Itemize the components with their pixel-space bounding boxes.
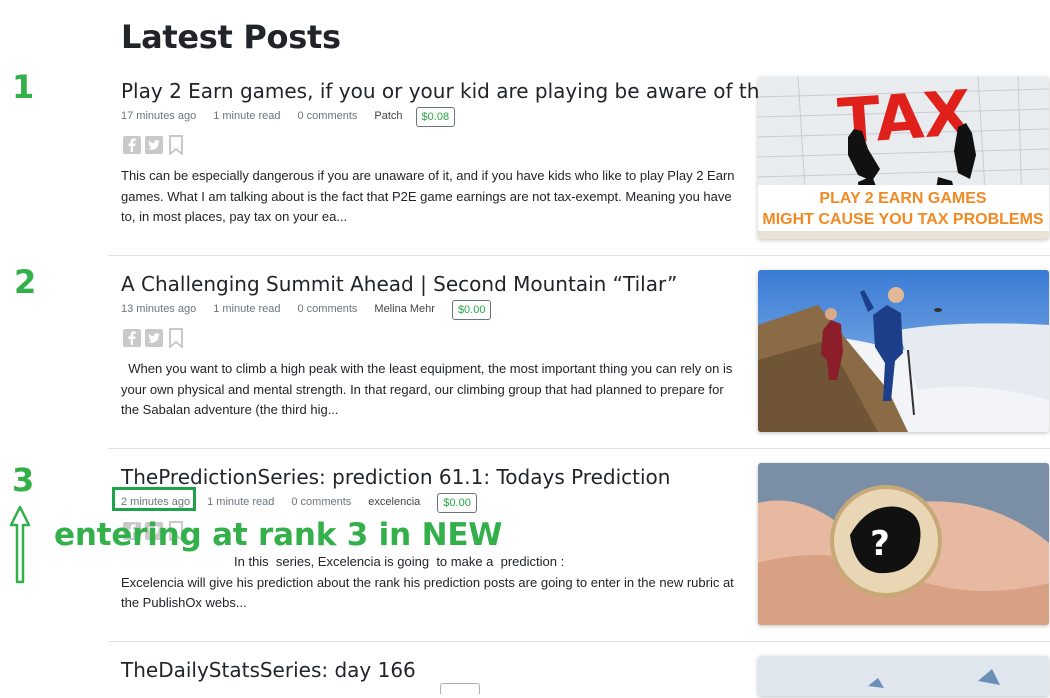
- comment-count[interactable]: 0 comments: [297, 109, 357, 123]
- annotation-note: entering at rank 3 in NEW: [54, 517, 503, 553]
- post-thumbnail[interactable]: ?: [758, 463, 1049, 625]
- bookmark-icon[interactable]: [166, 135, 186, 155]
- share-icons: [122, 328, 186, 348]
- post-excerpt: When you want to climb a high peak with …: [121, 361, 736, 417]
- thumb-question-mark: ?: [870, 524, 890, 564]
- post-excerpt: This can be especially dangerous if you …: [121, 168, 735, 224]
- excerpt-first-line: In this series, Excelencia is going to m…: [234, 554, 565, 569]
- facebook-icon[interactable]: [122, 135, 142, 155]
- post-card: TheDailyStatsSeries: day 166: [108, 656, 1050, 698]
- post-meta: 13 minutes ago 1 minute read 0 comments …: [121, 300, 508, 324]
- post-title[interactable]: ThePredictionSeries: prediction 61.1: To…: [121, 465, 741, 489]
- post-excerpt: In this series, Excelencia is going to m…: [121, 552, 736, 614]
- twitter-icon[interactable]: [144, 328, 164, 348]
- post-card: Play 2 Earn games, if you or your kid ar…: [108, 77, 1050, 256]
- post-thumbnail[interactable]: TAX PLAY 2 EARN GAMES MIGHT CAUSE YOU TA…: [758, 77, 1049, 239]
- post-title[interactable]: A Challenging Summit Ahead | Second Moun…: [121, 272, 741, 296]
- author-link[interactable]: excelencia: [368, 495, 420, 509]
- rank-label: 3: [12, 461, 35, 499]
- read-time: 1 minute read: [207, 496, 275, 508]
- rank-label: 1: [12, 68, 35, 106]
- earnings-badge: $0.00: [437, 493, 477, 513]
- comment-count[interactable]: 0 comments: [297, 302, 357, 316]
- bookmark-icon[interactable]: [166, 328, 186, 348]
- thumb-line1: PLAY 2 EARN GAMES: [819, 190, 986, 207]
- post-thumbnail[interactable]: [758, 270, 1049, 432]
- excerpt-rest: Excelencia will give his prediction abou…: [121, 574, 734, 611]
- earnings-badge: $0.08: [415, 107, 456, 127]
- read-time: 1 minute read: [213, 303, 281, 315]
- share-icons: [122, 135, 186, 155]
- post-meta: 17 minutes ago 1 minute read 0 comments …: [121, 107, 472, 131]
- author-link[interactable]: Melina Mehr: [374, 302, 435, 316]
- twitter-icon[interactable]: [144, 135, 164, 155]
- post-title[interactable]: TheDailyStatsSeries: day 166: [121, 658, 741, 682]
- author-link[interactable]: Patch: [374, 109, 402, 123]
- page-title: Latest Posts: [121, 18, 341, 56]
- highlight-box: [112, 487, 196, 511]
- post-time: 17 minutes ago: [121, 110, 197, 122]
- thumb-line2: MIGHT CAUSE YOU TAX PROBLEMS: [762, 211, 1044, 228]
- rank-label: 2: [14, 263, 37, 301]
- earnings-badge: $0.00: [451, 300, 492, 320]
- post-card: A Challenging Summit Ahead | Second Moun…: [108, 270, 1050, 449]
- comment-count[interactable]: 0 comments: [291, 495, 351, 509]
- post-card: ThePredictionSeries: prediction 61.1: To…: [108, 463, 1050, 642]
- read-time: 1 minute read: [213, 110, 281, 122]
- post-time: 13 minutes ago: [121, 303, 197, 315]
- up-arrow-icon: [9, 505, 31, 584]
- post-title[interactable]: Play 2 Earn games, if you or your kid ar…: [121, 79, 775, 103]
- facebook-icon[interactable]: [122, 328, 142, 348]
- post-thumbnail[interactable]: [758, 656, 1049, 696]
